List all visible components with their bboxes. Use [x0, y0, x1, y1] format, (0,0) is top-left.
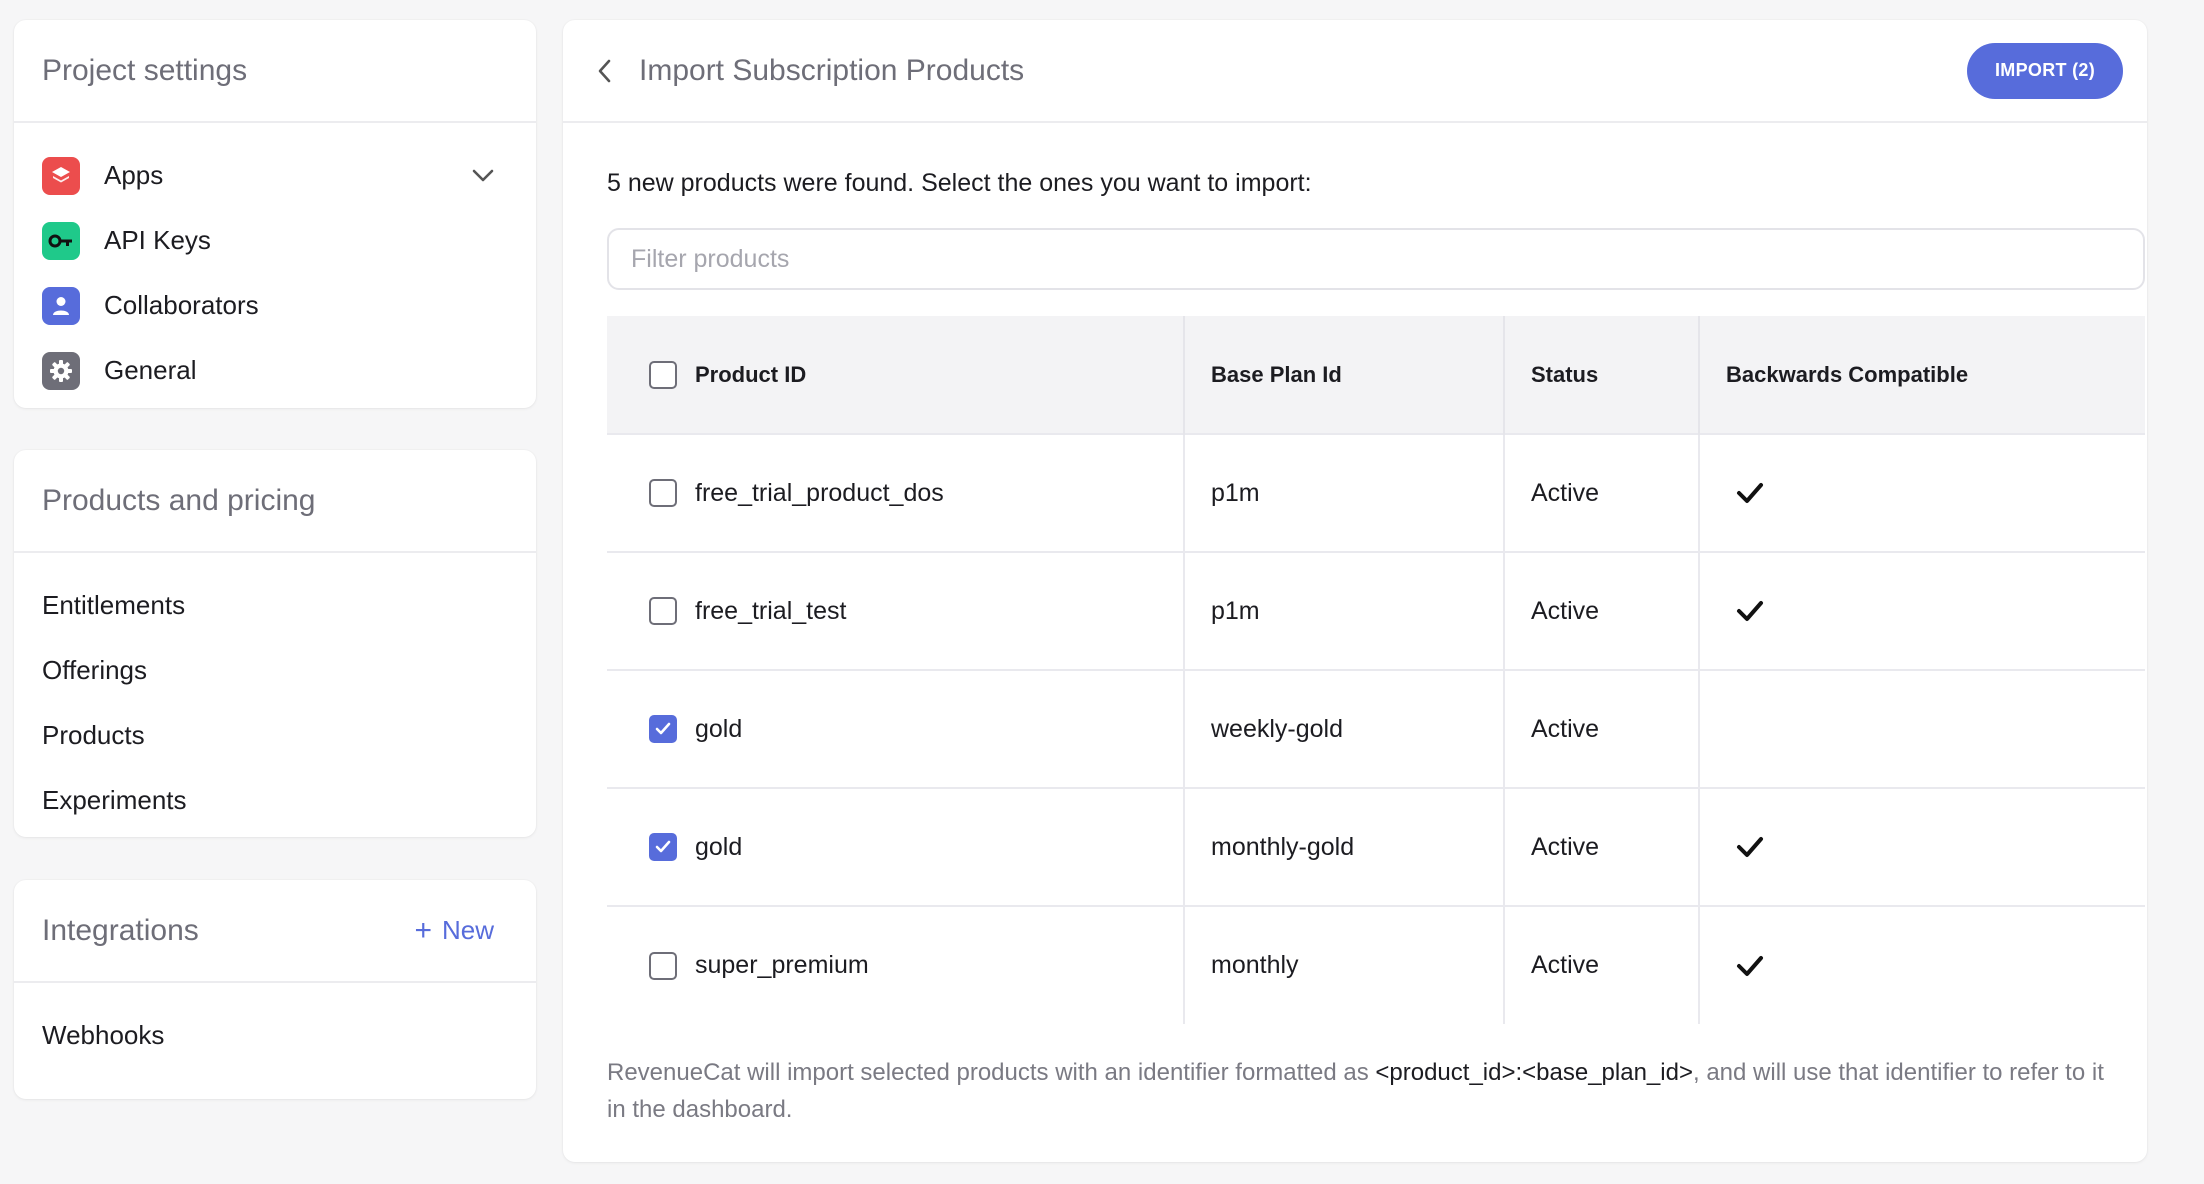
intro-text: 5 new products were found. Select the on…	[607, 169, 1312, 197]
sidebar-item-webhooks[interactable]: Webhooks	[14, 1003, 536, 1068]
cell-backwards-compatible	[1699, 906, 2145, 1024]
sidebar-item-label: Collaborators	[104, 290, 259, 320]
product-id-text: free_trial_test	[695, 596, 847, 625]
chevron-down-icon[interactable]	[468, 161, 498, 191]
cell-status: Active	[1504, 670, 1700, 788]
cell-base-plan-id: p1m	[1184, 434, 1505, 552]
cell-status: Active	[1504, 906, 1700, 1024]
product-id-text: gold	[695, 714, 743, 743]
sidebar-item-apps[interactable]: Apps	[14, 143, 536, 208]
product-id-text: gold	[695, 832, 743, 861]
table-row: gold monthly-gold Active	[607, 788, 2145, 906]
row-checkbox[interactable]	[649, 479, 677, 507]
new-integration-button[interactable]: + New	[414, 915, 494, 946]
sidebar-item-collaborators[interactable]: Collaborators	[14, 273, 536, 338]
table-row: gold weekly-gold Active	[607, 670, 2145, 788]
header-left: Import Subscription Products	[587, 54, 1024, 88]
sidebar-item-entitlements[interactable]: Entitlements	[14, 573, 536, 638]
cell-product-id: free_trial_test	[607, 552, 1185, 670]
header-status: Status	[1504, 316, 1700, 434]
cell-product-id: gold	[607, 670, 1185, 788]
sidebar-item-api-keys[interactable]: API Keys	[14, 208, 536, 273]
header-label: Product ID	[695, 361, 807, 387]
sidebar-item-label: API Keys	[104, 225, 211, 255]
cell-backwards-compatible	[1699, 552, 2145, 670]
import-footnote: RevenueCat will import selected products…	[607, 1054, 2127, 1128]
sidebar-item-label: General	[104, 355, 197, 385]
table-row: free_trial_product_dos p1m Active	[607, 434, 2145, 552]
gear-icon	[42, 351, 80, 390]
header-backwards-compatible: Backwards Compatible	[1726, 361, 1969, 387]
cell-backwards-compatible	[1699, 788, 2145, 906]
back-chevron-icon[interactable]	[587, 54, 621, 88]
products-pricing-nav: Entitlements Offerings Products Experime…	[14, 553, 536, 833]
cell-base-plan-id: monthly-gold	[1184, 788, 1505, 906]
cell-status: Active	[1504, 552, 1700, 670]
products-pricing-header: Products and pricing	[14, 450, 536, 553]
cell-status: Active	[1504, 788, 1700, 906]
import-button[interactable]: IMPORT (2)	[1967, 42, 2123, 99]
sidebar-item-products[interactable]: Products	[14, 703, 536, 768]
user-icon	[42, 286, 80, 325]
import-products-header: Import Subscription Products IMPORT (2)	[563, 20, 2147, 123]
row-checkbox[interactable]	[649, 715, 677, 743]
check-icon	[1726, 479, 2119, 507]
project-settings-card: Project settings Apps API Keys Collabora…	[14, 20, 536, 408]
header-product-id: Product ID	[607, 316, 1185, 434]
cell-product-id: gold	[607, 788, 1185, 906]
integrations-title: Integrations	[42, 913, 199, 947]
import-products-body: 5 new products were found. Select the on…	[563, 123, 2147, 1128]
cell-base-plan-id: p1m	[1184, 552, 1505, 670]
check-icon	[1726, 597, 2119, 625]
cell-backwards-compatible	[1699, 670, 2145, 788]
product-id-text: free_trial_product_dos	[695, 478, 944, 507]
cell-backwards-compatible	[1699, 434, 2145, 552]
row-checkbox[interactable]	[649, 951, 677, 980]
import-products-panel: Import Subscription Products IMPORT (2) …	[563, 20, 2147, 1162]
check-icon	[1726, 833, 2119, 861]
apps-icon	[42, 156, 80, 195]
integrations-nav: Webhooks	[14, 983, 536, 1068]
integrations-card: Integrations + New Webhooks	[14, 880, 536, 1099]
header-base-plan-id: Base Plan Id	[1184, 316, 1505, 434]
row-checkbox[interactable]	[649, 597, 677, 625]
table-header-row: Product ID Base Plan Id Status Backwards…	[607, 316, 2145, 434]
project-settings-header: Project settings	[14, 20, 536, 123]
check-icon	[1726, 952, 2119, 980]
project-settings-nav: Apps API Keys Collaborators General	[14, 123, 536, 403]
row-checkbox[interactable]	[649, 833, 677, 861]
sidebar-item-offerings[interactable]: Offerings	[14, 638, 536, 703]
products-table-body: free_trial_product_dos p1m Active free_tria…	[607, 434, 2145, 1024]
cell-base-plan-id: monthly	[1184, 906, 1505, 1024]
select-all-checkbox[interactable]	[649, 360, 677, 389]
footnote-identifier-format: <product_id>:<base_plan_id>	[1375, 1059, 1693, 1086]
filter-products-input[interactable]	[607, 228, 2145, 290]
sidebar-item-experiments[interactable]: Experiments	[14, 768, 536, 833]
new-integration-label: New	[441, 915, 494, 945]
sidebar-item-label: Apps	[104, 160, 164, 190]
page-title: Import Subscription Products	[639, 53, 1025, 87]
table-row: super_premium monthly Active	[607, 906, 2145, 1024]
cell-product-id: free_trial_product_dos	[607, 434, 1185, 552]
sidebar-item-general[interactable]: General	[14, 338, 536, 403]
cell-product-id: super_premium	[607, 906, 1185, 1024]
cell-base-plan-id: weekly-gold	[1184, 670, 1505, 788]
key-icon	[42, 221, 80, 260]
products-pricing-title: Products and pricing	[42, 483, 316, 517]
project-settings-title: Project settings	[42, 53, 248, 87]
table-row: free_trial_test p1m Active	[607, 552, 2145, 670]
integrations-header: Integrations + New	[14, 880, 536, 983]
products-table: Product ID Base Plan Id Status Backwards…	[607, 316, 2145, 1024]
footnote-before: RevenueCat will import selected products…	[607, 1059, 1376, 1086]
plus-icon: +	[414, 913, 432, 947]
cell-status: Active	[1504, 434, 1700, 552]
product-id-text: super_premium	[695, 951, 869, 979]
products-pricing-card: Products and pricing Entitlements Offeri…	[14, 450, 536, 837]
